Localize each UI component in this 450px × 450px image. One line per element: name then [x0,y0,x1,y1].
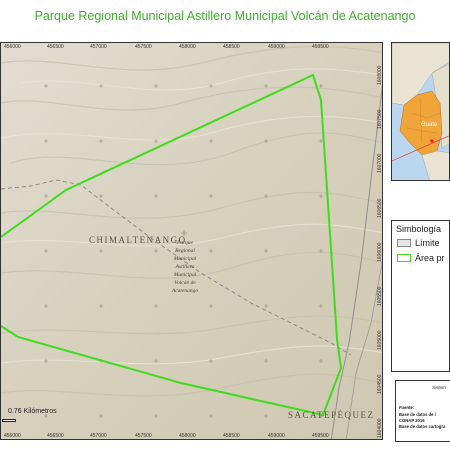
x-tick: 457000 [90,44,107,50]
x-tick-bottom: 457000 [90,433,107,439]
x-tick-bottom: 457500 [135,433,152,439]
area-label-line: Municipal [173,256,197,262]
x-tick: 459000 [268,44,285,50]
legend-swatch-protected-area [397,254,411,262]
legend-swatch-limit [397,239,411,247]
map-title: Parque Regional Municipal Astillero Muni… [34,9,416,23]
x-tick: 456000 [4,44,21,50]
source-line: Base de datos cartogra [399,424,446,429]
info-panel: Sistem Fuente: Base de datos de l CONAP … [395,380,450,442]
y-tick: 1604000 [377,418,383,438]
y-tick: 1606500 [377,198,383,218]
x-tick: 457500 [135,44,152,50]
scale-bar-label: 0.76 Kilómetros [8,408,57,415]
legend-panel: Simbología Límite Área pr [391,220,450,372]
inset-location-dot [430,139,434,143]
y-tick: 1607500 [377,109,383,129]
source-line: CONAP 2016 [399,418,425,423]
area-label-line: Municipal [173,272,197,278]
legend-item-limit: Límite [397,238,440,248]
place-label-sacatepequez: SACATEPÉQUEZ [288,410,375,420]
x-tick-bottom: 459000 [268,433,285,439]
y-tick: 1604500 [377,374,383,394]
x-tick: 458500 [223,44,240,50]
x-tick-bottom: 459500 [312,433,329,439]
legend-label: Límite [415,238,440,248]
y-tick: 1605000 [377,330,383,350]
location-inset-map[interactable]: Guate [391,42,450,181]
scale-bar-graphic [2,419,16,422]
x-tick: 458000 [179,44,196,50]
legend-title: Simbología [396,224,442,234]
source-line: Base de datos de l [399,412,436,417]
inset-region-label: Guate [421,122,438,128]
legend-label: Área pr [415,253,445,263]
x-tick: 459500 [312,44,329,50]
x-tick-bottom: 458500 [223,433,240,439]
inset-canvas: Guate [392,43,449,180]
protected-area-label: Parque Regional Municipal Astillero Muni… [165,239,205,295]
coordinate-system-label: Sistem [432,385,446,390]
area-label-line: Regional [175,248,195,254]
x-tick-bottom: 458000 [179,433,196,439]
y-tick: 1605500 [377,286,383,306]
area-label-line: Parque [177,240,193,246]
x-tick-bottom: 456500 [47,433,64,439]
area-label-line: Volcán de [174,280,196,286]
y-tick: 1608000 [377,65,383,85]
x-tick: 456500 [47,44,64,50]
main-map[interactable]: 456000 456500 457000 457500 458000 45850… [0,42,383,440]
area-label-line: Acatenango [171,288,199,294]
area-label-line: Astillero [175,264,195,270]
source-label: Fuente: [399,405,415,410]
legend-item-protected-area: Área pr [397,253,445,263]
x-tick-bottom: 456000 [4,433,21,439]
y-tick: 1607000 [377,153,383,173]
y-tick: 1606000 [377,242,383,262]
